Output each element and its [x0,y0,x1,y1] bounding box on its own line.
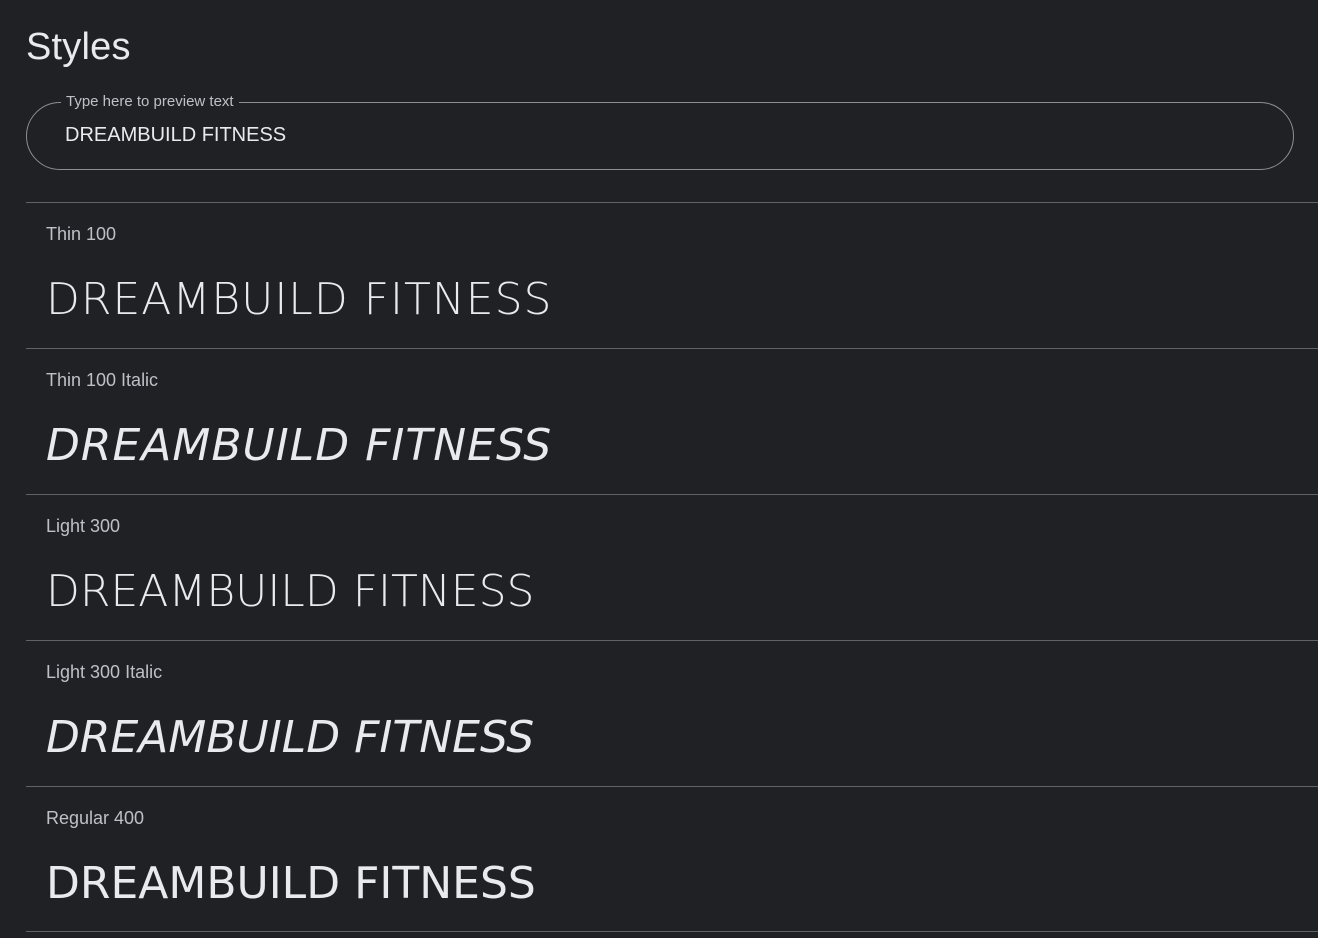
preview-text-input[interactable] [65,120,1245,150]
preview-text-field[interactable]: Type here to preview text [26,93,1294,170]
style-row-thin-100: Thin 100 DREAMBUILD FITNESS [26,202,1318,348]
style-row-regular-400: Regular 400 DREAMBUILD FITNESS [26,786,1318,932]
page-title: Styles [26,26,131,68]
style-row-light-300-italic: Light 300 Italic DREAMBUILD FITNESS [26,640,1318,786]
style-name: Light 300 Italic [46,662,163,682]
style-name: Light 300 [46,516,121,536]
style-sample-text: DREAMBUILD FITNESS [46,566,535,617]
style-list: Thin 100 DREAMBUILD FITNESS Thin 100 Ita… [26,202,1318,932]
style-sample-text: DREAMBUILD FITNESS [46,712,535,763]
style-name: Thin 100 [46,224,117,244]
preview-text-label: Type here to preview text [61,93,239,111]
style-row-thin-100-italic: Thin 100 Italic DREAMBUILD FITNESS [26,348,1318,494]
style-row-light-300: Light 300 DREAMBUILD FITNESS [26,494,1318,640]
style-name: Regular 400 [46,808,145,828]
style-name: Thin 100 Italic [46,370,159,390]
style-sample-text: DREAMBUILD FITNESS [46,420,553,471]
style-sample-text: DREAMBUILD FITNESS [46,858,536,909]
style-sample-text: DREAMBUILD FITNESS [46,274,553,325]
